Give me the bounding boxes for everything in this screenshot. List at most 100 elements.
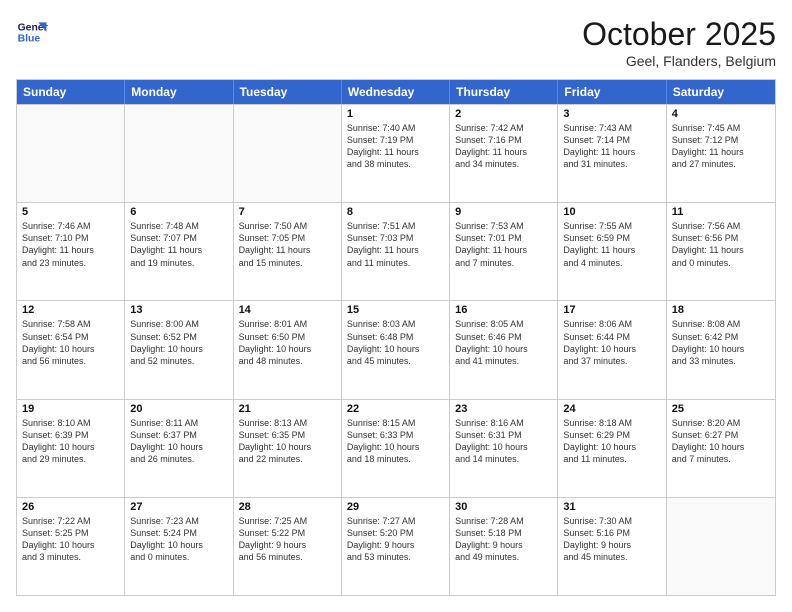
- day-cell-11: 11 Sunrise: 7:56 AMSunset: 6:56 PMDayligh…: [667, 203, 775, 300]
- day-cell-22: 22Sunrise: 8:15 AMSunset: 6:33 PMDayligh…: [342, 400, 450, 497]
- day-number: 16: [455, 304, 552, 316]
- calendar-body: 1 Sunrise: 7:40 AMSunset: 7:19 PMDaylight…: [17, 104, 775, 595]
- day-number: 9: [455, 206, 552, 218]
- calendar-row-0: 1 Sunrise: 7:40 AMSunset: 7:19 PMDaylight…: [17, 104, 775, 202]
- day-cell-1: 1 Sunrise: 7:40 AMSunset: 7:19 PMDaylight…: [342, 105, 450, 202]
- day-info: Sunrise: 8:11 AMSunset: 6:37 PMDaylight:…: [130, 417, 227, 466]
- day-cell-23: 23 Sunrise: 8:16 AMSunset: 6:31 PMDayligh…: [450, 400, 558, 497]
- day-number: 17: [563, 304, 660, 316]
- day-number: 26: [22, 501, 119, 513]
- day-info: Sunrise: 8:06 AMSunset: 6:44 PMDaylight:…: [563, 318, 660, 367]
- day-info: Sunrise: 8:10 AMSunset: 6:39 PMDaylight:…: [22, 417, 119, 466]
- day-info: Sunrise: 7:30 AMSunset: 5:16 PMDaylight:…: [563, 515, 660, 564]
- day-info: Sunrise: 7:48 AMSunset: 7:07 PMDaylight:…: [130, 220, 227, 269]
- day-number: 4: [672, 108, 770, 120]
- day-cell-25: 25Sunrise: 8:20 AMSunset: 6:27 PMDayligh…: [667, 400, 775, 497]
- day-cell-28: 28Sunrise: 7:25 AMSunset: 5:22 PMDayligh…: [234, 498, 342, 595]
- day-number: 15: [347, 304, 444, 316]
- day-info: Sunrise: 7:22 AMSunset: 5:25 PMDaylight:…: [22, 515, 119, 564]
- day-cell-15: 15 Sunrise: 8:03 AMSunset: 6:48 PMDayligh…: [342, 301, 450, 398]
- calendar-row-1: 5 Sunrise: 7:46 AMSunset: 7:10 PMDaylight…: [17, 202, 775, 300]
- day-number: 27: [130, 501, 227, 513]
- calendar-row-4: 26 Sunrise: 7:22 AMSunset: 5:25 PMDayligh…: [17, 497, 775, 595]
- day-cell-3: 3 Sunrise: 7:43 AMSunset: 7:14 PMDaylight…: [558, 105, 666, 202]
- day-info: Sunrise: 7:55 AMSunset: 6:59 PMDaylight:…: [563, 220, 660, 269]
- day-number: 13: [130, 304, 227, 316]
- day-number: 1: [347, 108, 444, 120]
- day-number: 5: [22, 206, 119, 218]
- day-cell-17: 17 Sunrise: 8:06 AMSunset: 6:44 PMDayligh…: [558, 301, 666, 398]
- day-info: Sunrise: 7:53 AMSunset: 7:01 PMDaylight:…: [455, 220, 552, 269]
- day-info: Sunrise: 8:01 AMSunset: 6:50 PMDaylight:…: [239, 318, 336, 367]
- day-info: Sunrise: 7:46 AMSunset: 7:10 PMDaylight:…: [22, 220, 119, 269]
- day-cell-13: 13Sunrise: 8:00 AMSunset: 6:52 PMDayligh…: [125, 301, 233, 398]
- col-header-thursday: Thursday: [450, 80, 558, 104]
- day-cell-8: 8Sunrise: 7:51 AMSunset: 7:03 PMDaylight…: [342, 203, 450, 300]
- day-number: 21: [239, 403, 336, 415]
- calendar-row-3: 19 Sunrise: 8:10 AMSunset: 6:39 PMDayligh…: [17, 399, 775, 497]
- day-cell-16: 16Sunrise: 8:05 AMSunset: 6:46 PMDayligh…: [450, 301, 558, 398]
- col-header-tuesday: Tuesday: [234, 80, 342, 104]
- calendar-page: General Blue October 2025 Geel, Flanders…: [0, 0, 792, 612]
- day-cell-5: 5 Sunrise: 7:46 AMSunset: 7:10 PMDaylight…: [17, 203, 125, 300]
- day-number: 14: [239, 304, 336, 316]
- day-info: Sunrise: 8:03 AMSunset: 6:48 PMDaylight:…: [347, 318, 444, 367]
- header: General Blue October 2025 Geel, Flanders…: [16, 16, 776, 69]
- logo-icon: General Blue: [16, 16, 48, 48]
- day-number: 24: [563, 403, 660, 415]
- day-number: 25: [672, 403, 770, 415]
- day-cell-24: 24 Sunrise: 8:18 AMSunset: 6:29 PMDayligh…: [558, 400, 666, 497]
- day-info: Sunrise: 8:16 AMSunset: 6:31 PMDaylight:…: [455, 417, 552, 466]
- month-title: October 2025: [582, 16, 776, 53]
- day-cell-27: 27 Sunrise: 7:23 AMSunset: 5:24 PMDayligh…: [125, 498, 233, 595]
- day-info: Sunrise: 7:51 AMSunset: 7:03 PMDaylight:…: [347, 220, 444, 269]
- location-title: Geel, Flanders, Belgium: [582, 53, 776, 69]
- day-cell-20: 20 Sunrise: 8:11 AMSunset: 6:37 PMDayligh…: [125, 400, 233, 497]
- col-header-sunday: Sunday: [17, 80, 125, 104]
- day-info: Sunrise: 7:45 AMSunset: 7:12 PMDaylight:…: [672, 122, 770, 171]
- col-header-monday: Monday: [125, 80, 233, 104]
- day-cell-2: 2 Sunrise: 7:42 AMSunset: 7:16 PMDaylight…: [450, 105, 558, 202]
- day-cell-30: 30Sunrise: 7:28 AMSunset: 5:18 PMDayligh…: [450, 498, 558, 595]
- day-number: 2: [455, 108, 552, 120]
- title-block: October 2025 Geel, Flanders, Belgium: [582, 16, 776, 69]
- day-cell-21: 21 Sunrise: 8:13 AMSunset: 6:35 PMDayligh…: [234, 400, 342, 497]
- day-cell-29: 29Sunrise: 7:27 AMSunset: 5:20 PMDayligh…: [342, 498, 450, 595]
- day-number: 11: [672, 206, 770, 218]
- day-info: Sunrise: 7:50 AMSunset: 7:05 PMDaylight:…: [239, 220, 336, 269]
- day-cell-12: 12Sunrise: 7:58 AMSunset: 6:54 PMDayligh…: [17, 301, 125, 398]
- col-header-saturday: Saturday: [667, 80, 775, 104]
- day-cell-14: 14 Sunrise: 8:01 AMSunset: 6:50 PMDayligh…: [234, 301, 342, 398]
- day-info: Sunrise: 7:56 AMSunset: 6:56 PMDaylight:…: [672, 220, 770, 269]
- logo: General Blue: [16, 16, 48, 48]
- day-info: Sunrise: 7:42 AMSunset: 7:16 PMDaylight:…: [455, 122, 552, 171]
- day-number: 3: [563, 108, 660, 120]
- day-number: 20: [130, 403, 227, 415]
- day-info: Sunrise: 7:40 AMSunset: 7:19 PMDaylight:…: [347, 122, 444, 171]
- day-number: 29: [347, 501, 444, 513]
- day-number: 30: [455, 501, 552, 513]
- empty-cell-0-2: [234, 105, 342, 202]
- day-info: Sunrise: 8:13 AMSunset: 6:35 PMDaylight:…: [239, 417, 336, 466]
- day-cell-10: 10Sunrise: 7:55 AMSunset: 6:59 PMDayligh…: [558, 203, 666, 300]
- day-number: 7: [239, 206, 336, 218]
- day-cell-18: 18Sunrise: 8:08 AMSunset: 6:42 PMDayligh…: [667, 301, 775, 398]
- col-header-friday: Friday: [558, 80, 666, 104]
- day-number: 18: [672, 304, 770, 316]
- empty-cell-0-0: [17, 105, 125, 202]
- svg-text:Blue: Blue: [18, 34, 41, 45]
- day-info: Sunrise: 8:18 AMSunset: 6:29 PMDaylight:…: [563, 417, 660, 466]
- day-info: Sunrise: 7:23 AMSunset: 5:24 PMDaylight:…: [130, 515, 227, 564]
- day-info: Sunrise: 7:25 AMSunset: 5:22 PMDaylight:…: [239, 515, 336, 564]
- day-number: 6: [130, 206, 227, 218]
- calendar: SundayMondayTuesdayWednesdayThursdayFrid…: [16, 79, 776, 596]
- day-cell-31: 31 Sunrise: 7:30 AMSunset: 5:16 PMDayligh…: [558, 498, 666, 595]
- empty-cell-0-1: [125, 105, 233, 202]
- day-info: Sunrise: 7:43 AMSunset: 7:14 PMDaylight:…: [563, 122, 660, 171]
- empty-cell-4-6: [667, 498, 775, 595]
- day-number: 19: [22, 403, 119, 415]
- day-number: 22: [347, 403, 444, 415]
- day-cell-19: 19 Sunrise: 8:10 AMSunset: 6:39 PMDayligh…: [17, 400, 125, 497]
- day-number: 23: [455, 403, 552, 415]
- day-number: 31: [563, 501, 660, 513]
